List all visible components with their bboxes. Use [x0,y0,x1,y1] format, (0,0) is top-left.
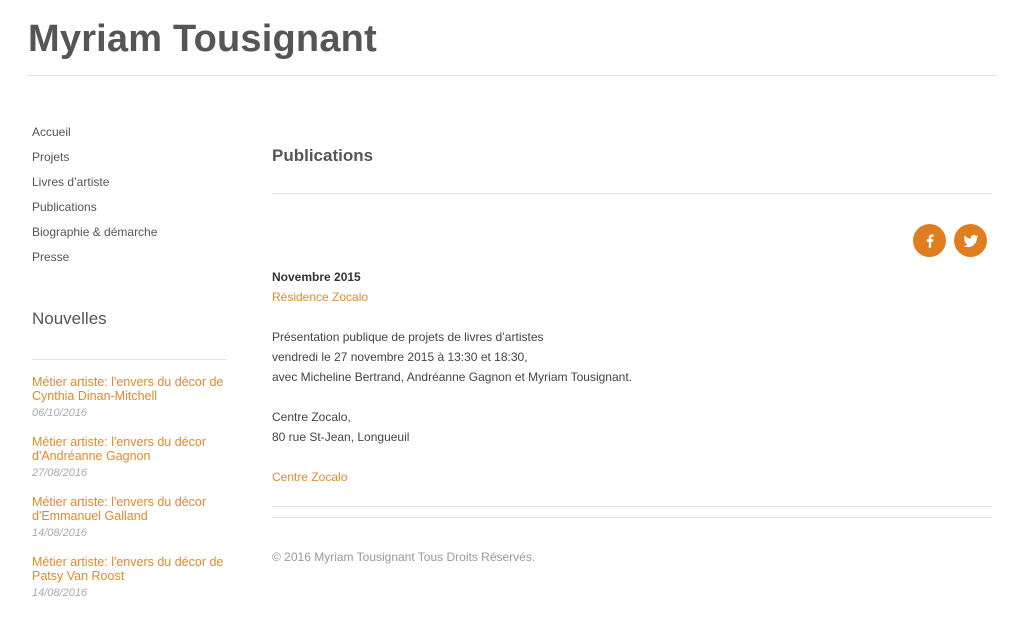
news-item-date: 14/08/2016 [32,587,88,599]
article-body: Novembre 2015 Résidence Zocalo Présentat… [272,267,992,487]
facebook-share-button[interactable] [913,224,946,257]
article-date: Novembre 2015 [272,270,361,284]
site-title[interactable]: Myriam Tousignant [28,18,377,61]
centre-zocalo-link[interactable]: Centre Zocalo [272,467,992,487]
content-divider [272,506,992,507]
article-line: Centre Zocalo, [272,410,351,424]
twitter-share-button[interactable] [954,224,987,257]
twitter-icon [962,234,978,247]
news-item-link[interactable]: Métier artiste: l'envers du décor de Pat… [32,555,227,583]
nav-item-livres[interactable]: Livres d’artiste [32,174,157,199]
news-item-date: 27/08/2016 [32,467,88,479]
header-divider [28,75,996,76]
news-item-date: 14/08/2016 [32,527,88,539]
news-heading: Nouvelles [32,309,107,328]
news-item: Métier artiste: l'envers du décor d'Andr… [32,435,227,495]
main-nav: Accueil Projets Livres d’artiste Publica… [32,124,157,274]
facebook-icon [926,233,934,248]
page-title: Publications [272,146,374,165]
article-line: avec Micheline Bertrand, Andréanne Gagno… [272,370,632,384]
nav-item-presse[interactable]: Presse [32,249,157,274]
nav-item-accueil[interactable]: Accueil [32,124,157,149]
article-line: Présentation publique de projets de livr… [272,330,544,344]
news-item: Métier artiste: l'envers du décor de Cyn… [32,375,227,435]
title-divider [272,193,992,194]
nav-item-publications[interactable]: Publications [32,199,157,224]
news-item-link[interactable]: Métier artiste: l'envers du décor d'Emma… [32,495,227,523]
news-item-date: 06/10/2016 [32,407,88,419]
article-line: 80 rue St-Jean, Longueuil [272,430,410,444]
nav-item-projets[interactable]: Projets [32,149,157,174]
news-item-link[interactable]: Métier artiste: l'envers du décor d'Andr… [32,435,227,463]
news-item: Métier artiste: l'envers du décor d'Emma… [32,495,227,555]
news-item: Métier artiste: l'envers du décor de Pat… [32,555,227,615]
residence-link[interactable]: Résidence Zocalo [272,287,992,307]
nav-item-biographie[interactable]: Biographie & démarche [32,224,157,249]
footer-copyright: © 2016 Myriam Tousignant Tous Droits Rés… [272,550,536,564]
news-item-link[interactable]: Métier artiste: l'envers du décor de Cyn… [32,375,227,403]
footer-divider [272,517,992,518]
article-line: vendredi le 27 novembre 2015 à 13:30 et … [272,350,528,364]
news-list: Métier artiste: l'envers du décor de Cyn… [32,375,227,615]
news-divider [32,359,227,360]
